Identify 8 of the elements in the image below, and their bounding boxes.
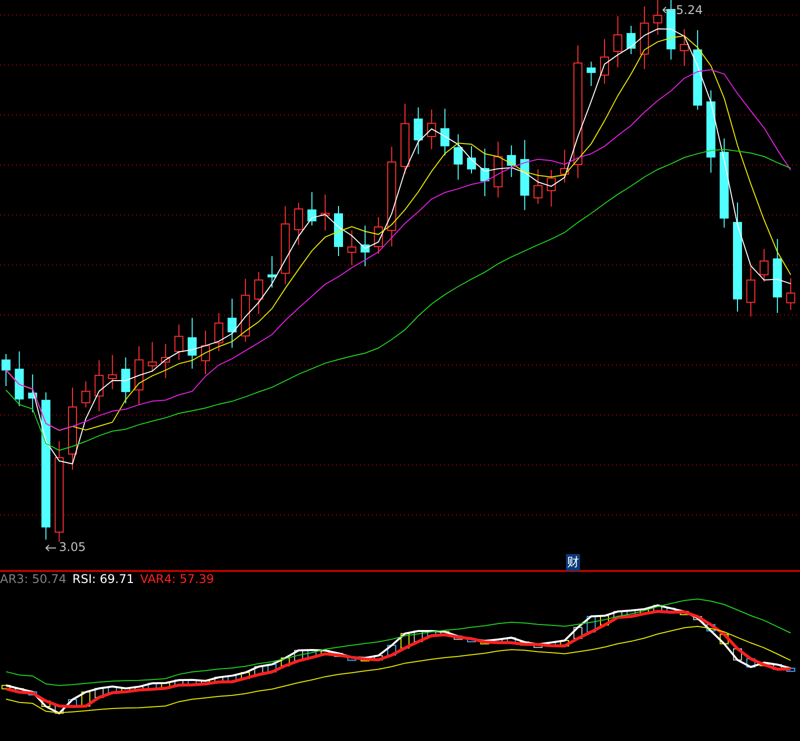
finance-badge: 财 bbox=[566, 554, 580, 571]
arrow-left-icon bbox=[45, 544, 57, 552]
indicator-value-label: AR3: 50.74 bbox=[0, 572, 66, 586]
indicator-value-label: RSI: 69.71 bbox=[72, 572, 134, 586]
indicator-value-label: VAR4: 57.39 bbox=[140, 572, 214, 586]
low-price-label: 3.05 bbox=[59, 540, 86, 554]
arrow-left-icon bbox=[662, 6, 674, 14]
high-price-label: 5.24 bbox=[676, 3, 703, 17]
